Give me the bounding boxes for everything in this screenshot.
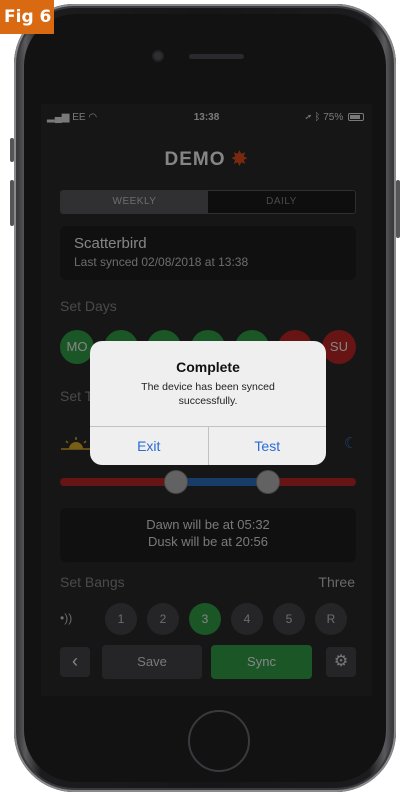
dawn-dusk-info: Dawn will be at 05:32 Dusk will be at 20… (60, 508, 356, 562)
mode-segmented-control: WEEKLY DAILY (60, 190, 356, 214)
tab-daily[interactable]: DAILY (208, 191, 355, 213)
star-burst-icon: ✸ (231, 149, 249, 170)
day-range (175, 478, 267, 486)
app-screen: ▂▄▆ EE ◠ 13:38 ➚ ᛒ 75% DEMO ✸ WEEKLY DAIL… (41, 104, 372, 696)
day-su[interactable]: SU (321, 330, 356, 364)
bang-option-2[interactable]: 2 (147, 603, 179, 635)
dawn-text: Dawn will be at 05:32 (146, 517, 270, 532)
dialog-buttons: Exit Test (90, 426, 326, 465)
bang-option-5[interactable]: 5 (273, 603, 305, 635)
power-button[interactable] (396, 180, 400, 238)
bluetooth-icon: ᛒ (314, 112, 321, 123)
day-mo[interactable]: MO (60, 330, 94, 364)
bang-option-3[interactable]: 3 (189, 603, 221, 635)
bang-selector: •)) 1 2 3 4 5 R (60, 603, 356, 635)
status-right: ➚ ᛒ 75% (306, 112, 364, 123)
sync-complete-dialog: Complete The device has been synced succ… (90, 341, 326, 465)
last-synced: Last synced 02/08/2018 at 13:38 (74, 255, 249, 269)
bang-option-1[interactable]: 1 (105, 603, 137, 635)
earpiece-speaker (189, 54, 244, 59)
sound-wave-icon: •)) (60, 611, 73, 625)
dialog-title: Complete (176, 359, 240, 375)
time-range-slider[interactable] (60, 470, 356, 494)
app-title-text: DEMO (164, 149, 226, 170)
volume-down-button[interactable] (10, 180, 14, 226)
bang-option-4[interactable]: 4 (231, 603, 263, 635)
save-button[interactable]: Save (102, 645, 202, 679)
night-range-right (267, 478, 356, 486)
gear-icon: ⚙ (333, 653, 349, 670)
back-button[interactable]: ‹ (60, 647, 90, 677)
sync-button[interactable]: Sync (211, 645, 312, 679)
settings-button[interactable]: ⚙ (326, 647, 356, 677)
status-bar: ▂▄▆ EE ◠ 13:38 ➚ ᛒ 75% (41, 104, 372, 130)
battery-percent: 75% (323, 112, 344, 123)
bottom-bar: ‹ Save Sync ⚙ (60, 645, 356, 679)
sunrise-icon (61, 437, 91, 450)
set-days-label: Set Days (60, 298, 117, 314)
device-card[interactable]: Scatterbird Last synced 02/08/2018 at 13… (60, 226, 356, 280)
dusk-text: Dusk will be at 20:56 (148, 534, 268, 549)
volume-up-button[interactable] (10, 138, 14, 162)
location-icon: ➚ (305, 112, 312, 123)
dialog-message: The device has been synced successfully. (141, 381, 275, 407)
dusk-handle[interactable] (256, 470, 280, 494)
moon-icon: ☾ (344, 435, 358, 452)
home-button[interactable] (188, 710, 250, 772)
test-button[interactable]: Test (207, 427, 327, 465)
bangs-value: Three (318, 574, 355, 590)
device-name: Scatterbird (74, 235, 147, 252)
front-camera (154, 52, 162, 60)
tab-weekly[interactable]: WEEKLY (61, 191, 208, 213)
night-range-left (60, 478, 175, 486)
figure-label: Fig 6 (0, 0, 54, 34)
battery-icon (348, 113, 364, 121)
app-title: DEMO ✸ (41, 148, 372, 171)
bang-option-random[interactable]: R (315, 603, 347, 635)
chevron-left-icon: ‹ (72, 651, 78, 671)
dawn-handle[interactable] (164, 470, 188, 494)
set-bangs-label: Set Bangs (60, 574, 125, 590)
exit-button[interactable]: Exit (90, 427, 208, 465)
